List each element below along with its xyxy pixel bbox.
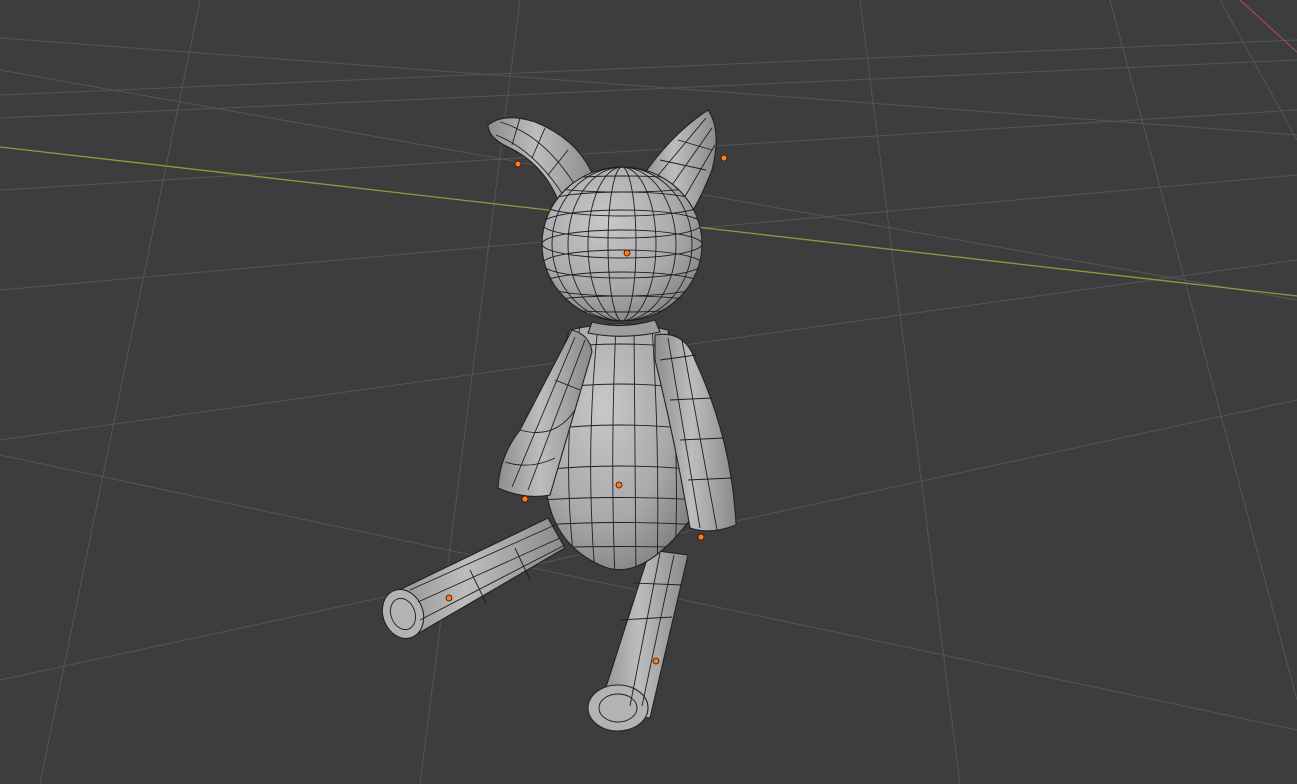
left-leg[interactable] [376, 517, 566, 644]
y-axis-line [1239, 0, 1297, 53]
head[interactable] [541, 166, 703, 322]
right-leg[interactable] [587, 549, 689, 732]
origin-dot[interactable] [615, 481, 623, 489]
neck [587, 319, 661, 337]
origin-dot[interactable] [521, 495, 529, 503]
origin-dot[interactable] [623, 249, 631, 257]
rabbit-mesh[interactable] [376, 109, 737, 732]
origin-dot[interactable] [445, 594, 453, 602]
origin-dot[interactable] [652, 657, 660, 665]
3d-viewport[interactable] [0, 0, 1297, 784]
origin-dot[interactable] [514, 160, 522, 168]
origin-dot[interactable] [720, 154, 728, 162]
origin-dot[interactable] [697, 533, 705, 541]
